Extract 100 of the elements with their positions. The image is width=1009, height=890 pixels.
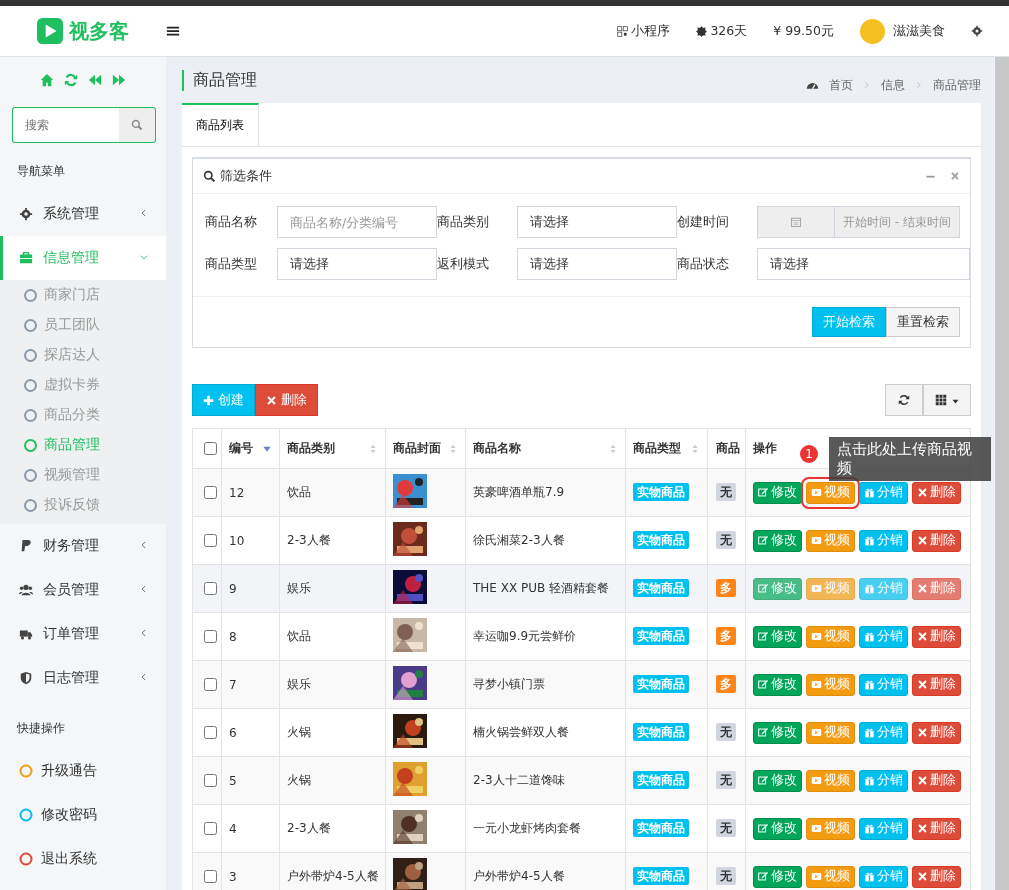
select-field[interactable]: 请选择 — [277, 248, 437, 280]
header-link[interactable]: 小程序 — [631, 22, 671, 40]
delete-button[interactable]: 删除 — [912, 721, 961, 744]
tab[interactable]: 商品列表 — [182, 103, 259, 146]
menu-item[interactable]: 订单管理 — [0, 612, 166, 656]
submenu-item[interactable]: 商品管理 — [0, 430, 166, 460]
edit-button[interactable]: 修改 — [753, 817, 802, 840]
breadcrumb-link[interactable]: 信息 — [881, 76, 905, 94]
reset-button[interactable]: 重置检索 — [886, 307, 960, 337]
submenu-item[interactable]: 投诉反馈 — [0, 490, 166, 520]
quick-link[interactable]: 升级通告 — [0, 749, 166, 793]
quick-link[interactable]: 退出系统 — [0, 837, 166, 881]
submenu-item[interactable]: 视频管理 — [0, 460, 166, 490]
video-button[interactable]: 视频 — [806, 577, 855, 600]
delete-button[interactable]: 删除 — [912, 577, 961, 600]
column-header[interactable]: 商品名称 — [473, 440, 521, 457]
delete-button[interactable]: 删除 — [912, 529, 961, 552]
checkbox[interactable] — [204, 534, 217, 547]
edit-button[interactable]: 修改 — [753, 673, 802, 696]
quick-link[interactable]: 修改密码 — [0, 793, 166, 837]
column-header: 操作 — [753, 441, 777, 455]
delete-button[interactable]: 删除 — [912, 481, 961, 504]
submenu-item[interactable]: 探店达人 — [0, 340, 166, 370]
menu-item[interactable]: 日志管理 — [0, 656, 166, 700]
video-button[interactable]: 视频 — [806, 817, 855, 840]
header-link[interactable]: 326天 — [710, 22, 748, 40]
chevron-left-icon — [139, 672, 149, 682]
gift-icon — [864, 823, 875, 834]
edit-button[interactable]: 修改 — [753, 865, 802, 888]
search-button[interactable]: 开始检索 — [812, 307, 886, 337]
edit-icon — [758, 775, 769, 786]
type-tag: 实物商品 — [633, 819, 689, 837]
select-field[interactable]: 请选择 — [757, 248, 970, 280]
edit-button[interactable]: 修改 — [753, 625, 802, 648]
columns-button[interactable] — [923, 384, 971, 416]
gift-icon — [864, 631, 875, 642]
submenu-item[interactable]: 商家门店 — [0, 280, 166, 310]
checkbox[interactable] — [204, 822, 217, 835]
share-button[interactable]: 分销 — [859, 721, 908, 744]
edit-button[interactable]: 修改 — [753, 529, 802, 552]
edit-icon — [758, 679, 769, 690]
share-button[interactable]: 分销 — [859, 625, 908, 648]
breadcrumb-link[interactable]: 商品管理 — [933, 76, 981, 94]
checkbox[interactable] — [204, 630, 217, 643]
gift-icon — [864, 727, 875, 738]
date-range-field[interactable]: 开始时间 - 结束时间 — [757, 206, 960, 238]
edit-button[interactable]: 修改 — [753, 721, 802, 744]
menu-item[interactable]: 系统管理 — [0, 192, 166, 236]
delete-button[interactable]: 删除 — [912, 625, 961, 648]
mode-tag: 多 — [716, 627, 736, 645]
header-link[interactable]: ¥ 99.50元 — [773, 22, 834, 40]
share-button[interactable]: 分销 — [859, 673, 908, 696]
checkbox[interactable] — [204, 726, 217, 739]
video-button[interactable]: 视频 — [806, 865, 855, 888]
scrollbar[interactable] — [995, 57, 1009, 890]
create-button[interactable]: 创建 — [192, 384, 255, 416]
input-field[interactable]: 商品名称/分类编号 — [277, 206, 437, 238]
video-icon — [811, 535, 822, 546]
edit-button[interactable]: 修改 — [753, 481, 802, 504]
share-button[interactable]: 分销 — [859, 769, 908, 792]
video-button[interactable]: 视频 — [806, 769, 855, 792]
column-header[interactable]: 编号 — [229, 440, 253, 457]
submenu-item[interactable]: 员工团队 — [0, 310, 166, 340]
video-button[interactable]: 视频 — [806, 529, 855, 552]
user-name[interactable]: 滋滋美食 — [893, 22, 945, 40]
refresh-button[interactable] — [885, 384, 923, 416]
gift-icon — [864, 583, 875, 594]
video-button[interactable]: 视频 — [806, 721, 855, 744]
select-field[interactable]: 请选择 — [517, 206, 677, 238]
menu-item[interactable]: 信息管理 — [0, 236, 166, 280]
menu-item[interactable]: 财务管理 — [0, 524, 166, 568]
checkbox[interactable] — [204, 870, 217, 883]
edit-button[interactable]: 修改 — [753, 577, 802, 600]
checkbox[interactable] — [204, 486, 217, 499]
share-button[interactable]: 分销 — [859, 817, 908, 840]
column-header[interactable]: 商品类别 — [287, 440, 335, 457]
video-button[interactable]: 视频 — [806, 673, 855, 696]
share-button[interactable]: 分销 — [859, 529, 908, 552]
share-button[interactable]: 分销 — [859, 865, 908, 888]
table-cell: 饮品 — [287, 629, 311, 643]
delete-button[interactable]: 删除 — [912, 673, 961, 696]
delete-button[interactable]: 删除 — [255, 384, 318, 416]
checkbox[interactable] — [204, 582, 217, 595]
checkbox[interactable] — [204, 774, 217, 787]
table-cell: 娱乐 — [287, 677, 311, 691]
breadcrumb-link[interactable]: 首页 — [829, 76, 853, 94]
delete-button[interactable]: 删除 — [912, 769, 961, 792]
submenu-item[interactable]: 商品分类 — [0, 400, 166, 430]
delete-button[interactable]: 删除 — [912, 865, 961, 888]
share-button[interactable]: 分销 — [859, 577, 908, 600]
menu-item[interactable]: 会员管理 — [0, 568, 166, 612]
checkbox[interactable] — [204, 442, 217, 455]
select-field[interactable]: 请选择 — [517, 248, 677, 280]
briefcase-icon — [19, 251, 33, 265]
share-button[interactable]: 分销 — [859, 481, 908, 504]
checkbox[interactable] — [204, 678, 217, 691]
delete-button[interactable]: 删除 — [912, 817, 961, 840]
video-button[interactable]: 视频 — [806, 625, 855, 648]
submenu-item[interactable]: 虚拟卡券 — [0, 370, 166, 400]
edit-button[interactable]: 修改 — [753, 769, 802, 792]
